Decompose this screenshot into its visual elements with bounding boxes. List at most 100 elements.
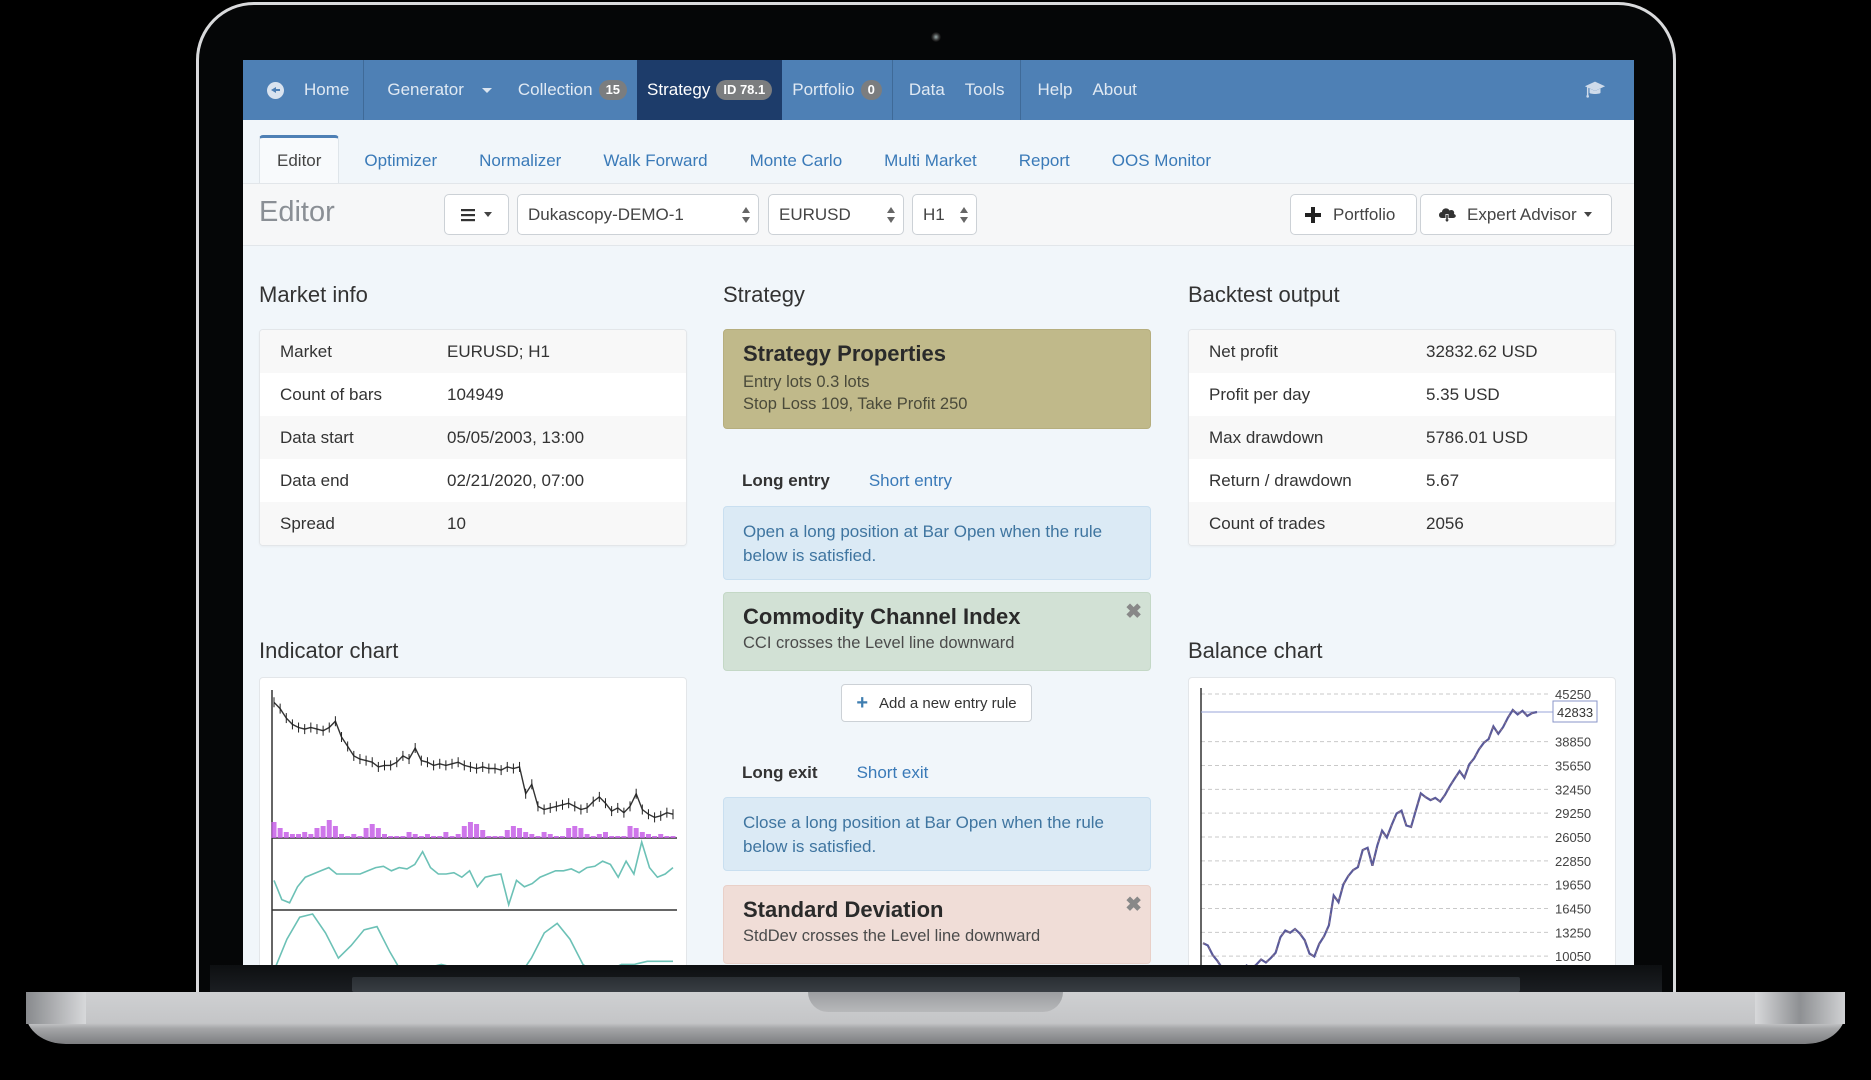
volume-bar <box>504 830 510 838</box>
volume-bar <box>296 834 302 838</box>
market-info-table: Market EURUSD; H1 Count of bars 104949 Dat… <box>259 329 687 546</box>
row-value: 02/21/2020, 07:00 <box>447 470 585 490</box>
volume-bar <box>406 832 412 838</box>
graduation-cap-icon[interactable] <box>1584 78 1606 100</box>
caret-down-icon <box>1583 212 1592 217</box>
strategy-menu-button[interactable] <box>444 194 509 235</box>
entry-rule-title: Commodity Channel Index <box>743 604 1021 629</box>
tab-short-exit[interactable]: Short exit <box>857 763 929 783</box>
nav-data[interactable]: Data <box>899 60 955 120</box>
nav-strategy[interactable]: Strategy ID 78.1 <box>637 60 783 120</box>
table-row: Count of trades 2056 <box>1189 502 1615 545</box>
volume-bar <box>517 828 523 838</box>
row-value: 5.67 <box>1426 470 1460 490</box>
tab-oos-monitor[interactable]: OOS Monitor <box>1095 139 1228 183</box>
nav-help[interactable]: Help <box>1027 60 1082 120</box>
volume-bar <box>486 836 492 838</box>
volume-bar <box>639 832 645 838</box>
volume-bar <box>394 836 400 838</box>
exit-rule-stddev[interactable]: Standard Deviation StdDev crosses the Le… <box>723 885 1151 964</box>
remove-rule-icon[interactable]: ✖ <box>1125 599 1142 624</box>
server-select[interactable]: Dukascopy-DEMO-1 <box>517 194 759 235</box>
row-label: Count of trades <box>1209 513 1326 533</box>
row-label: Max drawdown <box>1209 427 1324 447</box>
laptop-notch <box>808 992 1063 1012</box>
volume-bar <box>609 836 615 838</box>
balance-chart-svg: 45250 38850 35650 32450 29250 26050 22850 19650… <box>1200 687 1598 965</box>
server-select-value: Dukascopy-DEMO-1 <box>528 204 684 224</box>
row-label: Spread <box>280 513 335 533</box>
select-arrows-icon <box>960 207 968 223</box>
tab-editor[interactable]: Editor <box>259 135 340 183</box>
entry-rule-desc: CCI crosses the Level line downward <box>743 634 1015 652</box>
period-select-value: H1 <box>923 204 945 224</box>
volume-bar <box>289 834 295 838</box>
cci-line <box>273 838 674 908</box>
tab-long-entry[interactable]: Long entry <box>742 471 830 491</box>
app-screen: Home Generator Collection 15 Strategy ID… <box>243 60 1634 965</box>
caret-down-icon[interactable] <box>481 87 492 93</box>
indicator-chart-heading: Indicator chart <box>259 638 399 663</box>
table-row: Data start 05/05/2003, 13:00 <box>260 416 686 459</box>
symbol-select[interactable]: EURUSD <box>768 194 904 235</box>
period-select[interactable]: H1 <box>912 194 977 235</box>
backtest-table: Net profit 32832.62 USD Profit per day 5.3… <box>1188 329 1616 546</box>
price-line <box>273 701 674 819</box>
tab-short-entry[interactable]: Short entry <box>869 471 952 491</box>
y-tick-label: 26050 <box>1555 830 1591 845</box>
add-entry-rule-button[interactable]: + Add a new entry rule <box>841 684 1032 722</box>
volume-bar <box>308 834 314 838</box>
tab-monte-carlo[interactable]: Monte Carlo <box>733 139 860 183</box>
nav-generator[interactable]: Generator <box>364 60 498 120</box>
entry-rule-cci[interactable]: Commodity Channel Index CCI crosses the … <box>723 592 1151 671</box>
tab-report[interactable]: Report <box>1002 139 1087 183</box>
indicator-chart[interactable] <box>259 677 687 965</box>
tab-long-exit[interactable]: Long exit <box>742 763 818 783</box>
nav-about[interactable]: About <box>1082 60 1146 120</box>
nav-tools[interactable]: Tools <box>955 60 1015 120</box>
y-tick-label: 16450 <box>1555 902 1591 917</box>
volume-bar <box>523 832 529 838</box>
nav-home-label: Home <box>304 80 350 99</box>
y-tick-label: 32450 <box>1555 782 1591 797</box>
volume-bar <box>627 826 633 838</box>
volume-bar <box>633 828 639 838</box>
row-value: 05/05/2003, 13:00 <box>447 427 585 447</box>
table-row: Count of bars 104949 <box>260 373 686 416</box>
expert-advisor-button[interactable]: Expert Advisor <box>1420 194 1612 235</box>
plus-icon <box>1305 206 1321 223</box>
y-tick-label: 13250 <box>1555 925 1591 940</box>
tab-optimizer[interactable]: Optimizer <box>347 139 454 183</box>
remove-rule-icon[interactable]: ✖ <box>1125 892 1142 917</box>
nav-home[interactable]: Home <box>255 60 363 120</box>
laptop-hinge <box>352 977 1520 992</box>
balance-chart[interactable]: 45250 38850 35650 32450 29250 26050 22850 19650… <box>1188 677 1616 965</box>
volume-bar <box>560 836 566 838</box>
volume-bar <box>449 836 455 838</box>
volume-bar <box>553 836 559 838</box>
strategy-properties-box[interactable]: Strategy Properties Entry lots 0.3 lots … <box>723 329 1151 429</box>
table-row: Spread 10 <box>260 502 686 545</box>
volume-bar <box>271 822 277 838</box>
volume-bar <box>566 828 572 838</box>
entry-lots-text: Entry lots 0.3 lots <box>743 373 870 391</box>
volume-bar <box>443 832 449 838</box>
table-row: Return / drawdown 5.67 <box>1189 459 1615 502</box>
add-to-portfolio-button[interactable]: Portfolio <box>1290 194 1417 235</box>
y-tick-label: 45250 <box>1555 687 1591 702</box>
y-tick-label: 10050 <box>1555 949 1591 964</box>
tab-walk-forward[interactable]: Walk Forward <box>586 139 724 183</box>
nav-collection[interactable]: Collection 15 <box>498 60 637 120</box>
row-value: 2056 <box>1426 513 1464 533</box>
collection-count-badge: 15 <box>598 80 628 100</box>
strategy-heading: Strategy <box>723 282 805 307</box>
volume-bar <box>418 836 424 838</box>
nav-portfolio[interactable]: Portfolio 0 <box>782 60 892 120</box>
tab-multi-market[interactable]: Multi Market <box>867 139 994 183</box>
tab-normalizer[interactable]: Normalizer <box>462 139 578 183</box>
symbol-select-value: EURUSD <box>779 204 851 224</box>
table-row: Profit per day 5.35 USD <box>1189 373 1615 416</box>
volume-bar <box>547 834 553 838</box>
volume-bar <box>283 832 289 838</box>
row-value: EURUSD; H1 <box>447 341 550 361</box>
